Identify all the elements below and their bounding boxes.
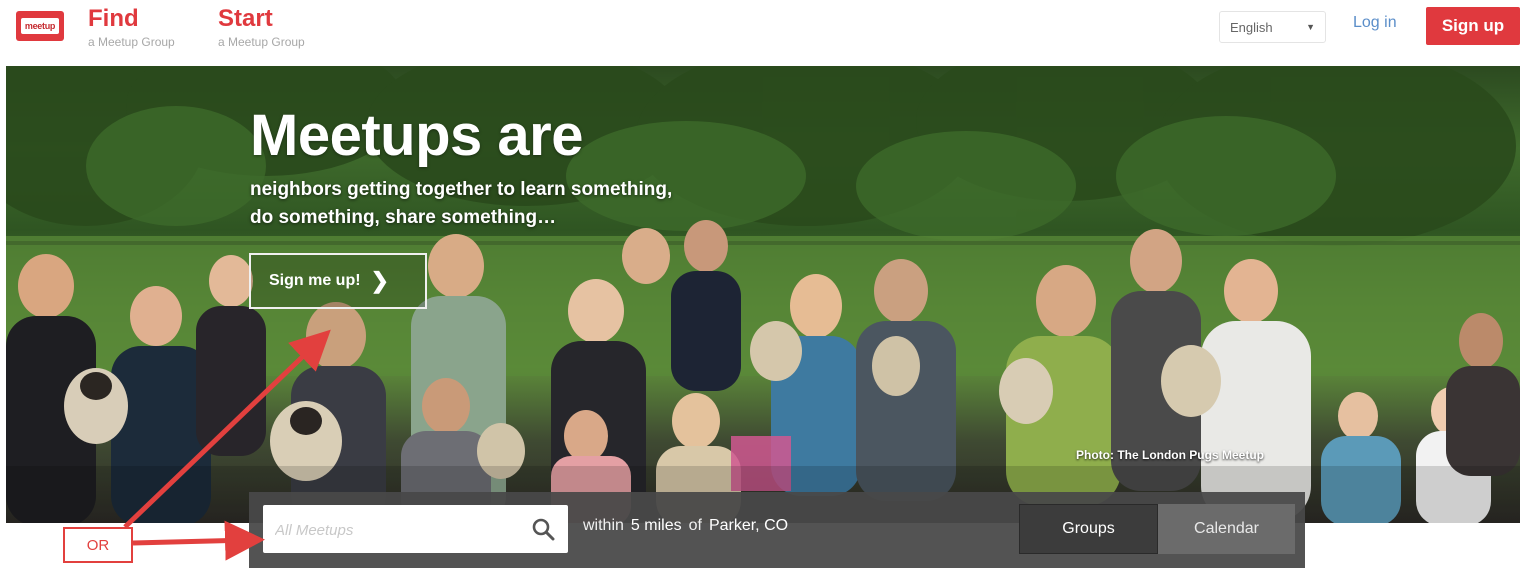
within-label: within [583,517,624,534]
find-group-link[interactable]: Find a Meetup Group [88,4,175,49]
start-title: Start [218,5,273,32]
tab-groups[interactable]: Groups [1019,504,1158,554]
or-annotation: OR [63,527,133,563]
hero-banner: Meetups are neighbors getting together t… [6,66,1520,523]
arrow-to-search [132,520,265,561]
meetup-logo[interactable]: meetup [16,11,64,41]
search-input[interactable] [273,505,527,555]
search-icon[interactable] [531,517,555,546]
cta-label: Sign me up! [269,272,361,289]
hero-photo [6,66,1520,523]
caret-down-icon: ▼ [1306,22,1315,32]
login-link[interactable]: Log in [1353,14,1397,32]
location-selector[interactable]: Parker, CO [709,517,788,535]
search-radius: within 5 miles of Parker, CO [583,517,788,535]
hero-subtitle: neighbors getting together to learn some… [250,176,850,232]
language-select[interactable]: English ▼ [1219,11,1326,43]
search-box [263,505,568,555]
top-header: meetup Find a Meetup Group Start a Meetu… [0,0,1528,66]
start-group-link[interactable]: Start a Meetup Group [218,4,305,49]
language-value: English [1230,19,1273,35]
hero-title: Meetups are [250,103,583,168]
signup-button[interactable]: Sign up [1426,7,1520,45]
of-label: of [688,517,702,534]
logo-text: meetup [21,18,59,34]
search-bar: within 5 miles of Parker, CO Groups Cale… [249,492,1305,568]
tab-calendar[interactable]: Calendar [1158,504,1295,554]
find-subtitle: a Meetup Group [88,35,175,49]
photo-credit: Photo: The London Pugs Meetup [1076,448,1264,462]
distance-selector[interactable]: 5 miles [631,517,682,535]
find-title: Find [88,5,139,32]
start-subtitle: a Meetup Group [218,35,305,49]
view-toggle: Groups Calendar [1019,504,1295,554]
hero-subtitle-line-2: do something, share something… [250,207,557,228]
chevron-right-icon: ❯ [370,268,389,293]
sign-me-up-button[interactable]: Sign me up! ❯ [249,253,427,309]
hero-subtitle-line-1: neighbors getting together to learn some… [250,179,673,200]
